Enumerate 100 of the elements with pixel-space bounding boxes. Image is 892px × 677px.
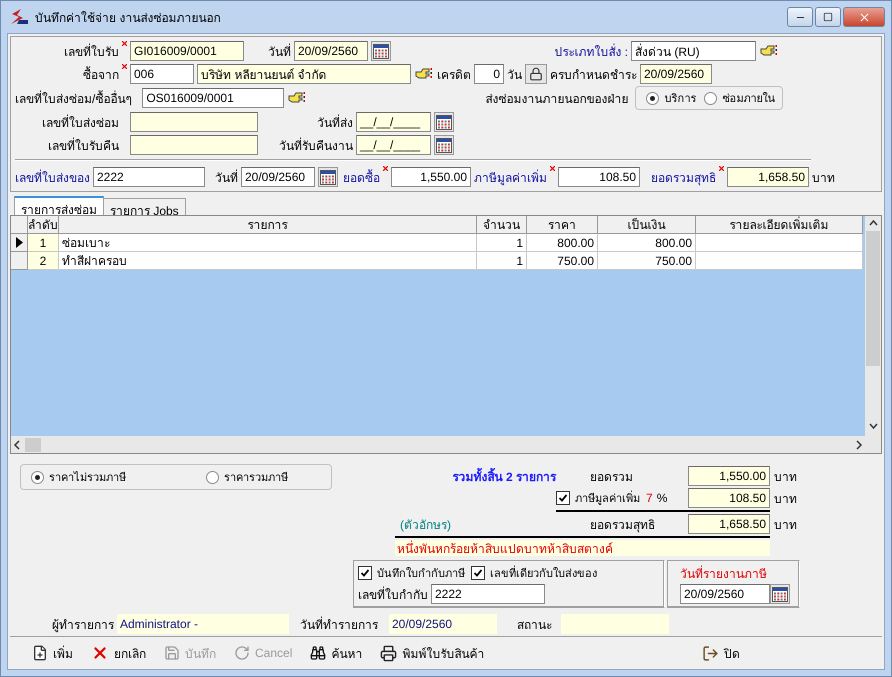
checkbox-label[interactable]: เลขที่เดียวกับใบส่งของ xyxy=(490,564,597,582)
toolbar-button[interactable]: พิมพ์ใบรับสินค้า xyxy=(372,640,492,666)
field-label: วันที่ส่ง xyxy=(316,114,353,132)
field-label: วันที่ xyxy=(214,168,238,186)
field-label: วันที่ทำรายการ xyxy=(299,616,378,634)
maximize-icon xyxy=(823,12,833,22)
field-label: เครดิต xyxy=(437,66,471,84)
table-cell: 800.00 xyxy=(598,234,696,252)
field-label: วันที่รับคืนงาน xyxy=(278,136,353,154)
horizontal-scrollbar[interactable] xyxy=(11,436,881,453)
input-field: 108.50 xyxy=(688,488,770,508)
input-field[interactable] xyxy=(130,135,258,155)
input-field[interactable]: 108.50 xyxy=(558,167,640,187)
unit-label: บาท xyxy=(774,516,798,534)
input-field[interactable]: 1,550.00 xyxy=(391,167,471,187)
binoculars-icon xyxy=(310,645,326,661)
field-label: ซื้อจาก xyxy=(82,65,119,84)
checkbox-label[interactable]: บันทึกใบกำกับภาษี xyxy=(377,564,465,582)
toolbar-button[interactable]: ค้นหา xyxy=(302,640,370,666)
column-header: รายการ xyxy=(59,216,477,234)
lock-button[interactable] xyxy=(525,64,547,84)
input-field[interactable]: 1,658.50 xyxy=(727,167,809,187)
table-cell: 2 xyxy=(28,252,59,270)
radio-button[interactable] xyxy=(31,470,44,484)
tab[interactable]: รายการ Jobs xyxy=(103,198,186,215)
column-header: จำนวน xyxy=(477,216,527,234)
window-title: บันทึกค่าใช้จ่าย งานส่งซ่อมภายนอก xyxy=(35,10,220,26)
input-field[interactable]: 0 xyxy=(474,64,504,84)
calendar-button[interactable] xyxy=(434,112,454,132)
save-icon xyxy=(164,645,180,661)
input-field[interactable]: 20/09/2560 xyxy=(294,41,368,61)
column-header: ราคา xyxy=(527,216,598,234)
checkbox[interactable] xyxy=(471,566,485,580)
column-header: ลำดับ xyxy=(28,216,59,234)
app-logo-icon xyxy=(9,8,29,26)
input-field[interactable]: 20/09/2560 xyxy=(680,584,770,604)
checkbox-label[interactable]: ภาษีมูลค่าเพิ่ม xyxy=(575,489,640,507)
input-field[interactable]: __/__/____ xyxy=(356,112,431,132)
toolbar-button[interactable]: เพิ่ม xyxy=(24,640,81,666)
input-field[interactable]: 006 xyxy=(130,64,194,84)
vertical-scrollbar[interactable] xyxy=(865,216,881,436)
field-label: วัน xyxy=(507,66,522,84)
checkbox[interactable] xyxy=(556,491,570,505)
radio-button[interactable] xyxy=(646,92,660,104)
calendar-button[interactable] xyxy=(371,41,391,61)
input-field[interactable]: 2222 xyxy=(431,584,545,604)
table-cell: 750.00 xyxy=(527,252,598,270)
field-label: วันที่ xyxy=(267,42,291,60)
calendar-button[interactable] xyxy=(318,167,338,187)
option-label[interactable]: ราคาไม่รวมภาษี xyxy=(49,468,126,486)
calendar-icon xyxy=(772,586,788,602)
unit-label: บาท xyxy=(774,490,798,508)
percent-sign: % xyxy=(656,491,668,505)
maximize-button[interactable] xyxy=(815,7,841,27)
field-label: ประเภทใบสั่ง : xyxy=(553,42,628,60)
calendar-icon xyxy=(320,170,336,184)
field-label: วันที่รายงานภาษี xyxy=(680,564,768,583)
calendar-icon xyxy=(436,114,452,130)
close-button[interactable] xyxy=(843,7,885,27)
field-label: เลขที่ใบส่งของ xyxy=(15,168,90,186)
amount-in-words: หนึ่งพันหกร้อยห้าสิบแปดบาทห้าสิบสตางค์ xyxy=(395,540,770,556)
field-label: สถานะ xyxy=(516,616,552,634)
checkbox[interactable] xyxy=(358,566,372,580)
radio-button[interactable] xyxy=(704,92,718,104)
scrollbar-thumb[interactable] xyxy=(25,438,41,452)
column-header: รายละเอียดเพิ่มเติม xyxy=(696,216,863,234)
pointing-hand-icon xyxy=(415,67,433,81)
input-field[interactable]: สั่งด่วน (RU) xyxy=(631,41,756,61)
input-field[interactable]: บริษัท หลียานยนต์ จำกัด xyxy=(197,64,411,84)
scrollbar-thumb[interactable] xyxy=(866,231,880,366)
column-header: เป็นเงิน xyxy=(598,216,696,234)
toolbar-button[interactable]: ยกเลิก xyxy=(83,640,154,666)
option-label[interactable]: บริการ xyxy=(664,89,696,107)
table-cell: ซ่อมเบาะ xyxy=(59,234,477,252)
input-field[interactable]: 20/09/2560 xyxy=(640,64,712,84)
value-field: 20/09/2560 xyxy=(389,614,497,634)
vat-rate: 7 xyxy=(646,491,653,505)
input-field[interactable]: 2222 xyxy=(93,167,205,187)
close-icon xyxy=(858,10,870,24)
field-label: ส่งซ่อมงานภายนอกของฝ่าย xyxy=(484,90,628,108)
input-field[interactable] xyxy=(130,112,258,132)
calendar-button[interactable] xyxy=(770,584,790,604)
option-label[interactable]: ราคารวมภาษี xyxy=(224,468,288,486)
input-field[interactable]: GI016009/0001 xyxy=(130,41,244,61)
input-field[interactable]: __/__/____ xyxy=(356,135,431,155)
input-field[interactable]: OS016009/0001 xyxy=(142,88,284,108)
field-label: ยอดรวม xyxy=(590,468,634,486)
input-field[interactable]: 20/09/2560 xyxy=(241,167,315,187)
field-label: เลขที่ใบส่งซ่อม xyxy=(41,114,119,132)
calendar-button[interactable] xyxy=(434,135,454,155)
field-label: ครบกำหนดชำระ xyxy=(550,66,637,84)
field-label: ยอดรวมสุทธิ xyxy=(651,170,716,186)
toolbar-button[interactable]: ปิด xyxy=(694,640,748,666)
value-field: Administrator - xyxy=(117,614,289,634)
option-label[interactable]: ซ่อมภายใน xyxy=(722,89,776,107)
scroll-right-icon xyxy=(855,440,863,450)
row-indicator[interactable] xyxy=(11,234,28,252)
radio-button[interactable] xyxy=(206,470,219,484)
tab[interactable]: รายการส่งซ่อม xyxy=(14,196,104,215)
table-cell: 1 xyxy=(477,234,527,252)
